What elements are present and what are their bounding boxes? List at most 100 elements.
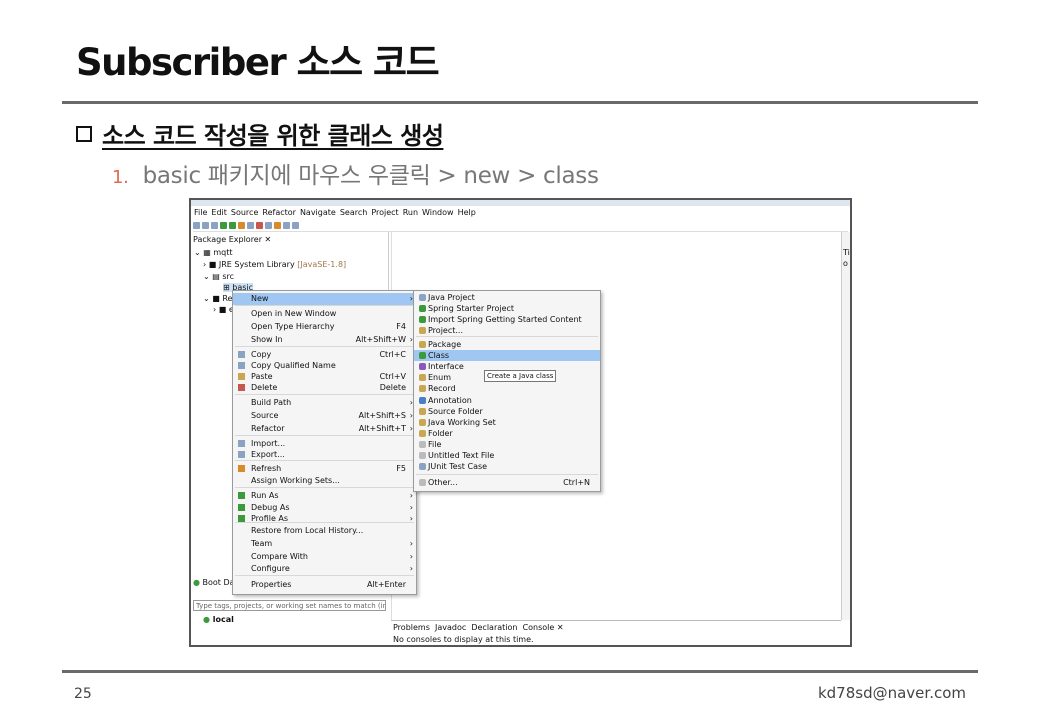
shortcut-label: Alt+Shift+W bbox=[355, 335, 406, 344]
menu-window[interactable]: Window bbox=[422, 208, 454, 217]
context-menu-item-refresh[interactable]: Refresh F5 bbox=[233, 463, 416, 475]
context-menu-item-show-in[interactable]: Show In Alt+Shift+W › bbox=[233, 334, 416, 346]
open-type-icon[interactable] bbox=[274, 222, 281, 229]
search-icon[interactable] bbox=[265, 222, 272, 229]
menu-bar: File Edit Source Refactor Navigate Search Proj… bbox=[194, 208, 850, 219]
context-menu-item-run-as[interactable]: Run As › bbox=[233, 490, 416, 502]
import-icon bbox=[238, 440, 245, 447]
new-submenu-item-folder[interactable]: Folder bbox=[414, 428, 600, 439]
new-submenu-item-class[interactable]: Class bbox=[414, 350, 600, 362]
back-icon[interactable] bbox=[283, 222, 290, 229]
local-target[interactable]: ● local bbox=[203, 615, 234, 624]
toolbar bbox=[193, 220, 848, 232]
tab-console[interactable]: Console bbox=[523, 623, 555, 632]
context-menu-item-build-path[interactable]: Build Path › bbox=[233, 397, 416, 409]
tab-declaration[interactable]: Declaration bbox=[471, 623, 517, 632]
new-class-icon[interactable] bbox=[247, 222, 254, 229]
context-menu-item-open-type-hierarchy[interactable]: Open Type Hierarchy F4 bbox=[233, 321, 416, 333]
shortcut-label: Ctrl+N bbox=[563, 478, 590, 487]
menu-project[interactable]: Project bbox=[371, 208, 398, 217]
context-menu-item-source[interactable]: Source Alt+Shift+S › bbox=[233, 410, 416, 422]
menu-help[interactable]: Help bbox=[458, 208, 476, 217]
context-menu-item-assign-working-sets[interactable]: Assign Working Sets... bbox=[233, 475, 416, 487]
context-menu-item-new[interactable]: New › bbox=[233, 293, 416, 305]
context-menu-item-configure[interactable]: Configure › bbox=[233, 563, 416, 575]
build-icon[interactable] bbox=[238, 222, 245, 229]
forward-icon[interactable] bbox=[292, 222, 299, 229]
new-submenu-item-import-spring-getting-started-content[interactable]: Import Spring Getting Started Content bbox=[414, 314, 600, 325]
context-menu-item-restore-from-local-history[interactable]: Restore from Local History... bbox=[233, 525, 416, 537]
new-submenu-item-label: Java Project bbox=[428, 293, 475, 302]
context-menu-item-export[interactable]: Export... bbox=[233, 449, 416, 461]
junit-test-case-icon bbox=[419, 463, 426, 470]
new-submenu-item-other[interactable]: Other... Ctrl+N bbox=[414, 477, 600, 488]
shortcut-label: Alt+Enter bbox=[366, 580, 406, 589]
new-submenu-item-java-project[interactable]: Java Project bbox=[414, 292, 600, 303]
menu-file[interactable]: File bbox=[194, 208, 207, 217]
menu-run[interactable]: Run bbox=[403, 208, 418, 217]
tab-problems[interactable]: Problems bbox=[393, 623, 430, 632]
new-submenu-item-source-folder[interactable]: Source Folder bbox=[414, 406, 600, 417]
print-icon[interactable] bbox=[211, 222, 218, 229]
context-menu-item-label: New bbox=[251, 294, 269, 303]
context-menu-item-open-in-new-window[interactable]: Open in New Window bbox=[233, 308, 416, 320]
menu-refactor[interactable]: Refactor bbox=[262, 208, 296, 217]
tab-javadoc[interactable]: Javadoc bbox=[435, 623, 466, 632]
context-menu-item-compare-with[interactable]: Compare With › bbox=[233, 551, 416, 563]
new-icon[interactable] bbox=[193, 222, 200, 229]
filter-input[interactable]: Type tags, projects, or working set name… bbox=[193, 600, 386, 611]
class-icon bbox=[419, 352, 426, 359]
tree-item-jre[interactable]: › ■ JRE System Library [JavaSE-1.8] bbox=[203, 260, 346, 269]
java-working-set-icon bbox=[419, 419, 426, 426]
new-submenu-item-untitled-text-file[interactable]: Untitled Text File bbox=[414, 450, 600, 461]
new-submenu-item-label: Folder bbox=[428, 429, 453, 438]
menu-separator bbox=[235, 487, 414, 488]
new-submenu-item-project[interactable]: Project... bbox=[414, 325, 600, 336]
new-submenu-item-label: JUnit Test Case bbox=[428, 462, 488, 471]
context-menu-item-refactor[interactable]: Refactor Alt+Shift+T › bbox=[233, 423, 416, 435]
context-menu-item-label: Delete bbox=[251, 383, 278, 392]
menu-navigate[interactable]: Navigate bbox=[300, 208, 336, 217]
eclipse-screenshot: File Edit Source Refactor Navigate Search Proj… bbox=[189, 198, 852, 647]
new-submenu-item-annotation[interactable]: Annotation bbox=[414, 395, 600, 406]
menu-search[interactable]: Search bbox=[340, 208, 367, 217]
new-submenu-item-spring-starter-project[interactable]: Spring Starter Project bbox=[414, 303, 600, 314]
step-text: basic 패키지에 마우스 우클릭 > new > class bbox=[142, 163, 599, 189]
refresh-icon bbox=[238, 465, 245, 472]
tooltip: Create a Java class bbox=[484, 370, 557, 382]
tree-item-src[interactable]: ⌄ ▤ src bbox=[203, 272, 234, 281]
save-icon[interactable] bbox=[202, 222, 209, 229]
menu-source[interactable]: Source bbox=[231, 208, 258, 217]
section-heading: 소스 코드 작성을 위한 클래스 생성 bbox=[76, 116, 444, 151]
new-submenu-item-junit-test-case[interactable]: JUnit Test Case bbox=[414, 461, 600, 472]
context-menu-item-label: Export... bbox=[251, 450, 285, 459]
annotation-icon bbox=[419, 397, 426, 404]
other-icon bbox=[419, 479, 426, 486]
tree-item-e[interactable]: › ■ e bbox=[213, 305, 234, 314]
menu-edit[interactable]: Edit bbox=[211, 208, 227, 217]
new-submenu-item-file[interactable]: File bbox=[414, 439, 600, 450]
context-menu-item-properties[interactable]: Properties Alt+Enter bbox=[233, 579, 416, 591]
shortcut-label: Delete bbox=[379, 383, 406, 392]
package-explorer-tab[interactable]: Package Explorer ✕ bbox=[193, 235, 271, 244]
new-submenu-item-package[interactable]: Package bbox=[414, 339, 600, 350]
new-submenu-item-record[interactable]: Record bbox=[414, 383, 600, 394]
debug-icon[interactable] bbox=[229, 222, 236, 229]
context-menu-item-label: Refresh bbox=[251, 464, 282, 473]
context-menu-item-delete[interactable]: Delete Delete bbox=[233, 382, 416, 394]
menu-separator bbox=[235, 575, 414, 576]
page-number: 25 bbox=[74, 686, 92, 702]
file-icon bbox=[419, 441, 426, 448]
context-menu-item-profile-as[interactable]: Profile As › bbox=[233, 513, 416, 525]
new-submenu-item-label: Import Spring Getting Started Content bbox=[428, 315, 582, 324]
chevron-right-icon: › bbox=[409, 539, 413, 548]
menu-separator bbox=[235, 305, 414, 306]
delete-icon bbox=[238, 384, 245, 391]
context-menu-item-team[interactable]: Team › bbox=[233, 538, 416, 550]
context-menu-item-label: Open in New Window bbox=[251, 309, 337, 318]
tree-item-mqtt[interactable]: ⌄ ▦ mqtt bbox=[194, 248, 233, 257]
run-icon[interactable] bbox=[220, 222, 227, 229]
tree-item-referenced[interactable]: ⌄ ■ Ref bbox=[203, 294, 235, 303]
stop-icon[interactable] bbox=[256, 222, 263, 229]
new-submenu-item-java-working-set[interactable]: Java Working Set bbox=[414, 417, 600, 428]
